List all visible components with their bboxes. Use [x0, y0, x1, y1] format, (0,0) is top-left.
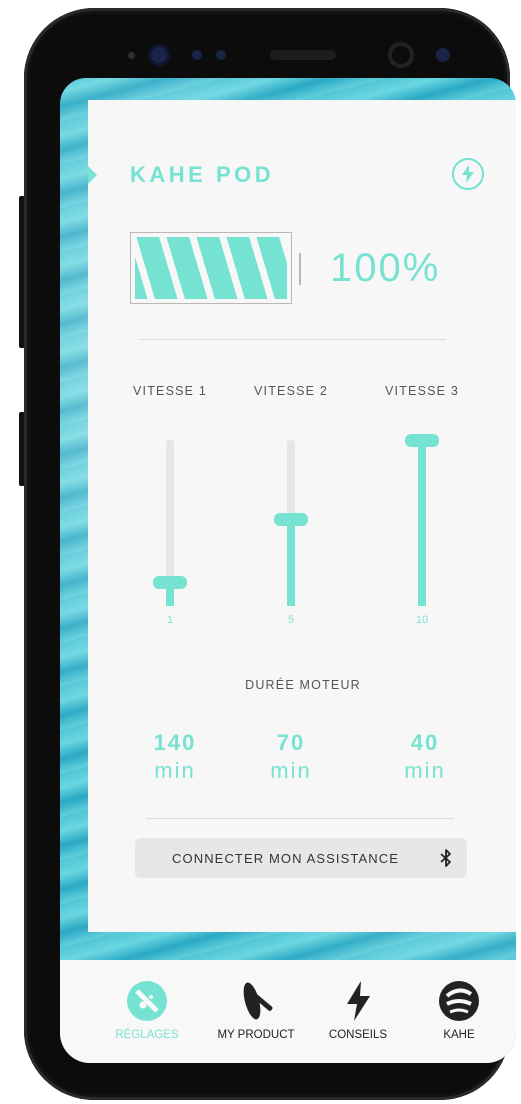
earpiece-speaker: [270, 50, 336, 60]
battery-percent: 100%: [330, 246, 441, 290]
sensor-dot: [436, 48, 450, 62]
lightning-icon: [337, 980, 379, 1022]
battery-level-fill: [135, 237, 287, 299]
tab-label: RÉGLAGES: [115, 1029, 179, 1041]
tab-conseils[interactable]: CONSEILS: [303, 960, 413, 1060]
duration-unit-1: min: [154, 758, 196, 783]
tab-kahe[interactable]: KAHE: [404, 960, 514, 1060]
kahe-logo-icon: [438, 980, 480, 1022]
slider-thumb-3[interactable]: [405, 434, 439, 447]
slider-thumb-2[interactable]: [274, 513, 308, 526]
card-marker: [88, 166, 97, 184]
tab-label: KAHE: [443, 1029, 475, 1041]
lightning-icon: [462, 165, 474, 183]
slider-fill: [418, 440, 426, 606]
battery-indicator: [130, 232, 292, 304]
speed-label-1: VITESSE 1: [132, 384, 208, 398]
duration-number-3: 40: [410, 730, 440, 755]
speed-value-1: 1: [166, 614, 174, 626]
bottom-tab-bar: RÉGLAGES MY PRODUCT CONSEILS KAHE: [60, 960, 516, 1063]
duration-number-1: 140: [153, 730, 197, 755]
sensor-dot: [192, 50, 202, 60]
battery-separator: [299, 253, 301, 285]
duration-number-2: 70: [276, 730, 306, 755]
tab-label: MY PRODUCT: [217, 1029, 295, 1041]
speed-value-3: 10: [415, 614, 429, 626]
settings-card: KAHE POD 100% VITESSE 1 VITESSE 2 VITESS…: [88, 100, 516, 932]
connect-button-label: CONNECTER MON ASSISTANCE: [172, 851, 399, 866]
surfboard-icon: [235, 980, 277, 1022]
tab-label: CONSEILS: [328, 1029, 388, 1041]
sensor-dot: [128, 52, 135, 59]
front-camera: [148, 44, 170, 66]
power-button[interactable]: [452, 158, 484, 190]
app-screen: KAHE POD 100% VITESSE 1 VITESSE 2 VITESS…: [60, 78, 516, 1063]
speed-slider-3[interactable]: [418, 440, 426, 606]
device-title: KAHE POD: [130, 162, 275, 187]
gauge-icon: [126, 980, 168, 1022]
tab-my-product[interactable]: MY PRODUCT: [201, 960, 311, 1060]
connect-assistance-button[interactable]: CONNECTER MON ASSISTANCE: [135, 838, 467, 878]
phone-frame: KAHE POD 100% VITESSE 1 VITESSE 2 VITESS…: [24, 8, 516, 1100]
speed-label-2: VITESSE 2: [253, 384, 329, 398]
iris-scanner: [388, 42, 414, 68]
speed-label-3: VITESSE 3: [384, 384, 460, 398]
bluetooth-icon: [440, 849, 451, 867]
tab-reglages[interactable]: RÉGLAGES: [92, 960, 202, 1060]
slider-fill: [287, 519, 295, 606]
sensor-dot: [216, 50, 226, 60]
divider: [140, 339, 446, 340]
speed-value-2: 5: [287, 614, 295, 626]
duration-unit-3: min: [404, 758, 446, 783]
slider-thumb-1[interactable]: [153, 576, 187, 589]
motor-duration-label: DURÉE MOTEUR: [245, 678, 361, 692]
duration-unit-2: min: [270, 758, 312, 783]
divider: [146, 818, 454, 819]
